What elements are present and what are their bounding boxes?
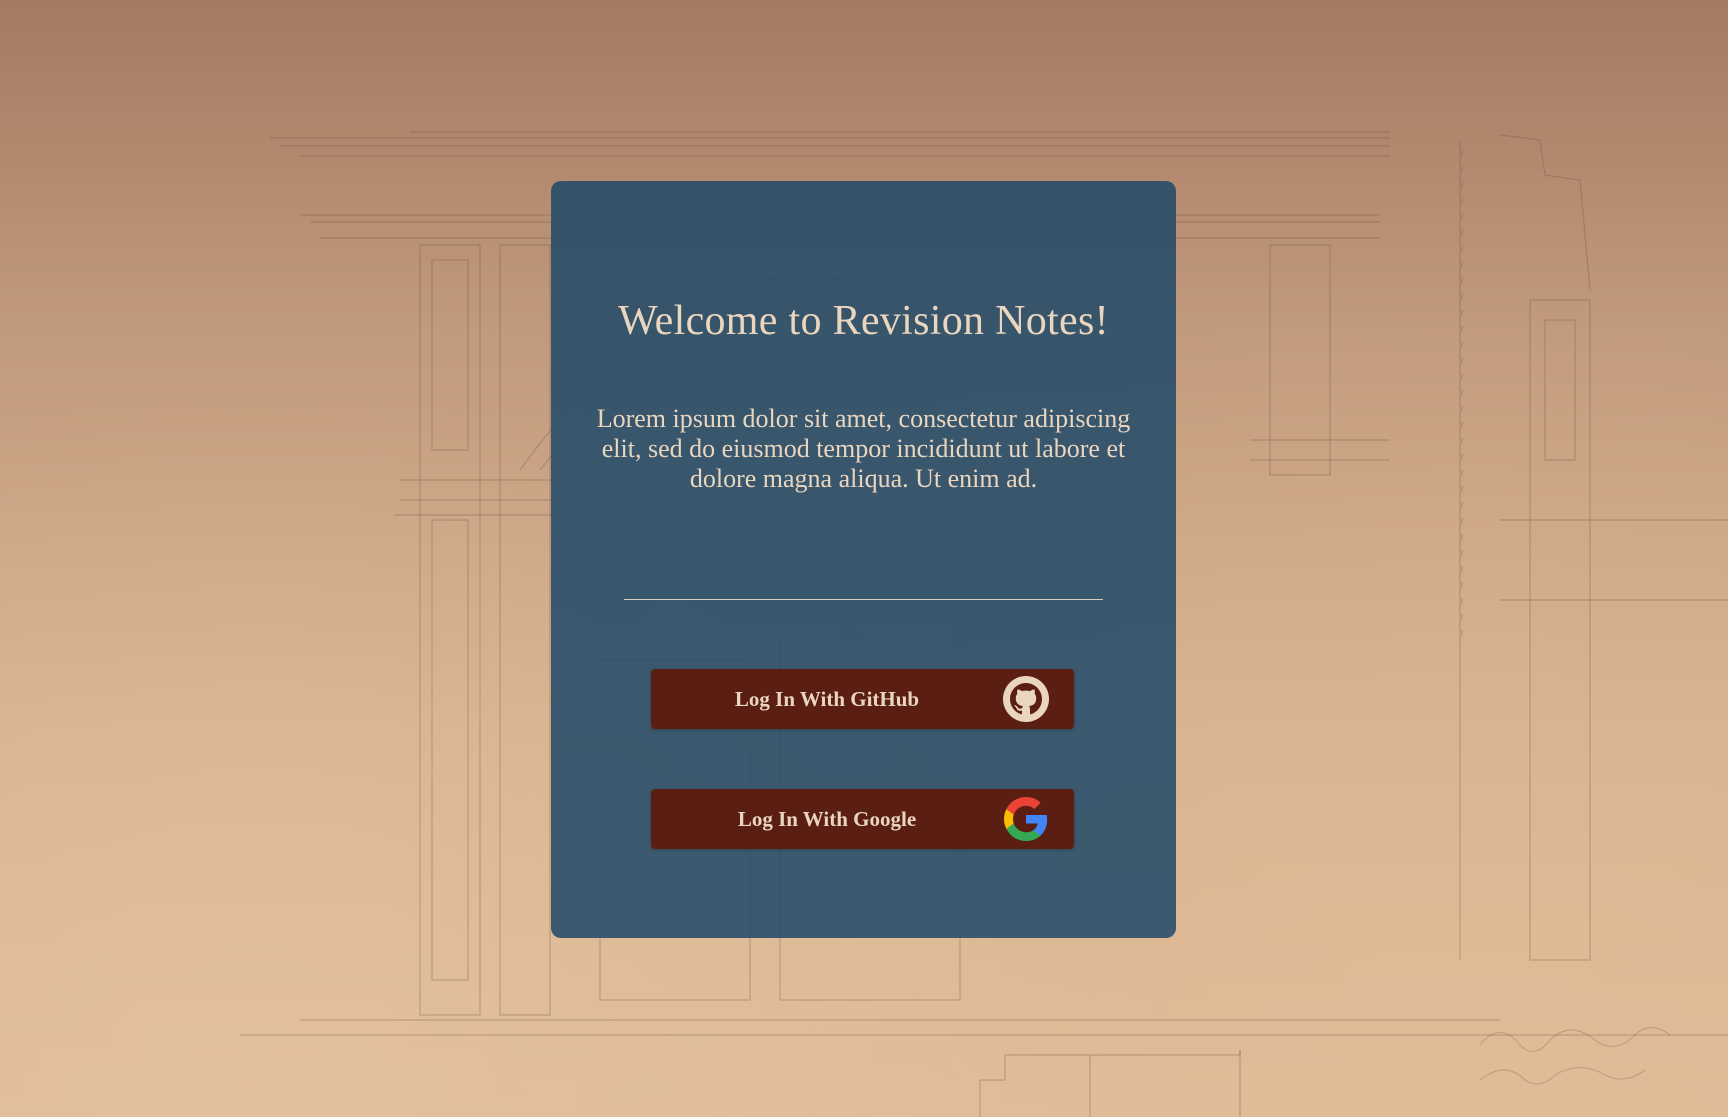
github-login-button[interactable]: Log In With GitHub <box>651 669 1074 729</box>
page-title: Welcome to Revision Notes! <box>618 298 1109 344</box>
google-login-label: Log In With Google <box>737 807 917 831</box>
google-login-button[interactable]: Log In With Google <box>651 789 1074 849</box>
github-icon <box>1003 676 1049 722</box>
intro-text: Lorem ipsum dolor sit amet, consectetur … <box>596 404 1131 493</box>
divider <box>624 599 1103 600</box>
github-login-label: Log In With GitHub <box>734 687 920 711</box>
login-card: Welcome to Revision Notes! Lorem ipsum d… <box>551 181 1176 938</box>
google-icon <box>1004 797 1048 841</box>
